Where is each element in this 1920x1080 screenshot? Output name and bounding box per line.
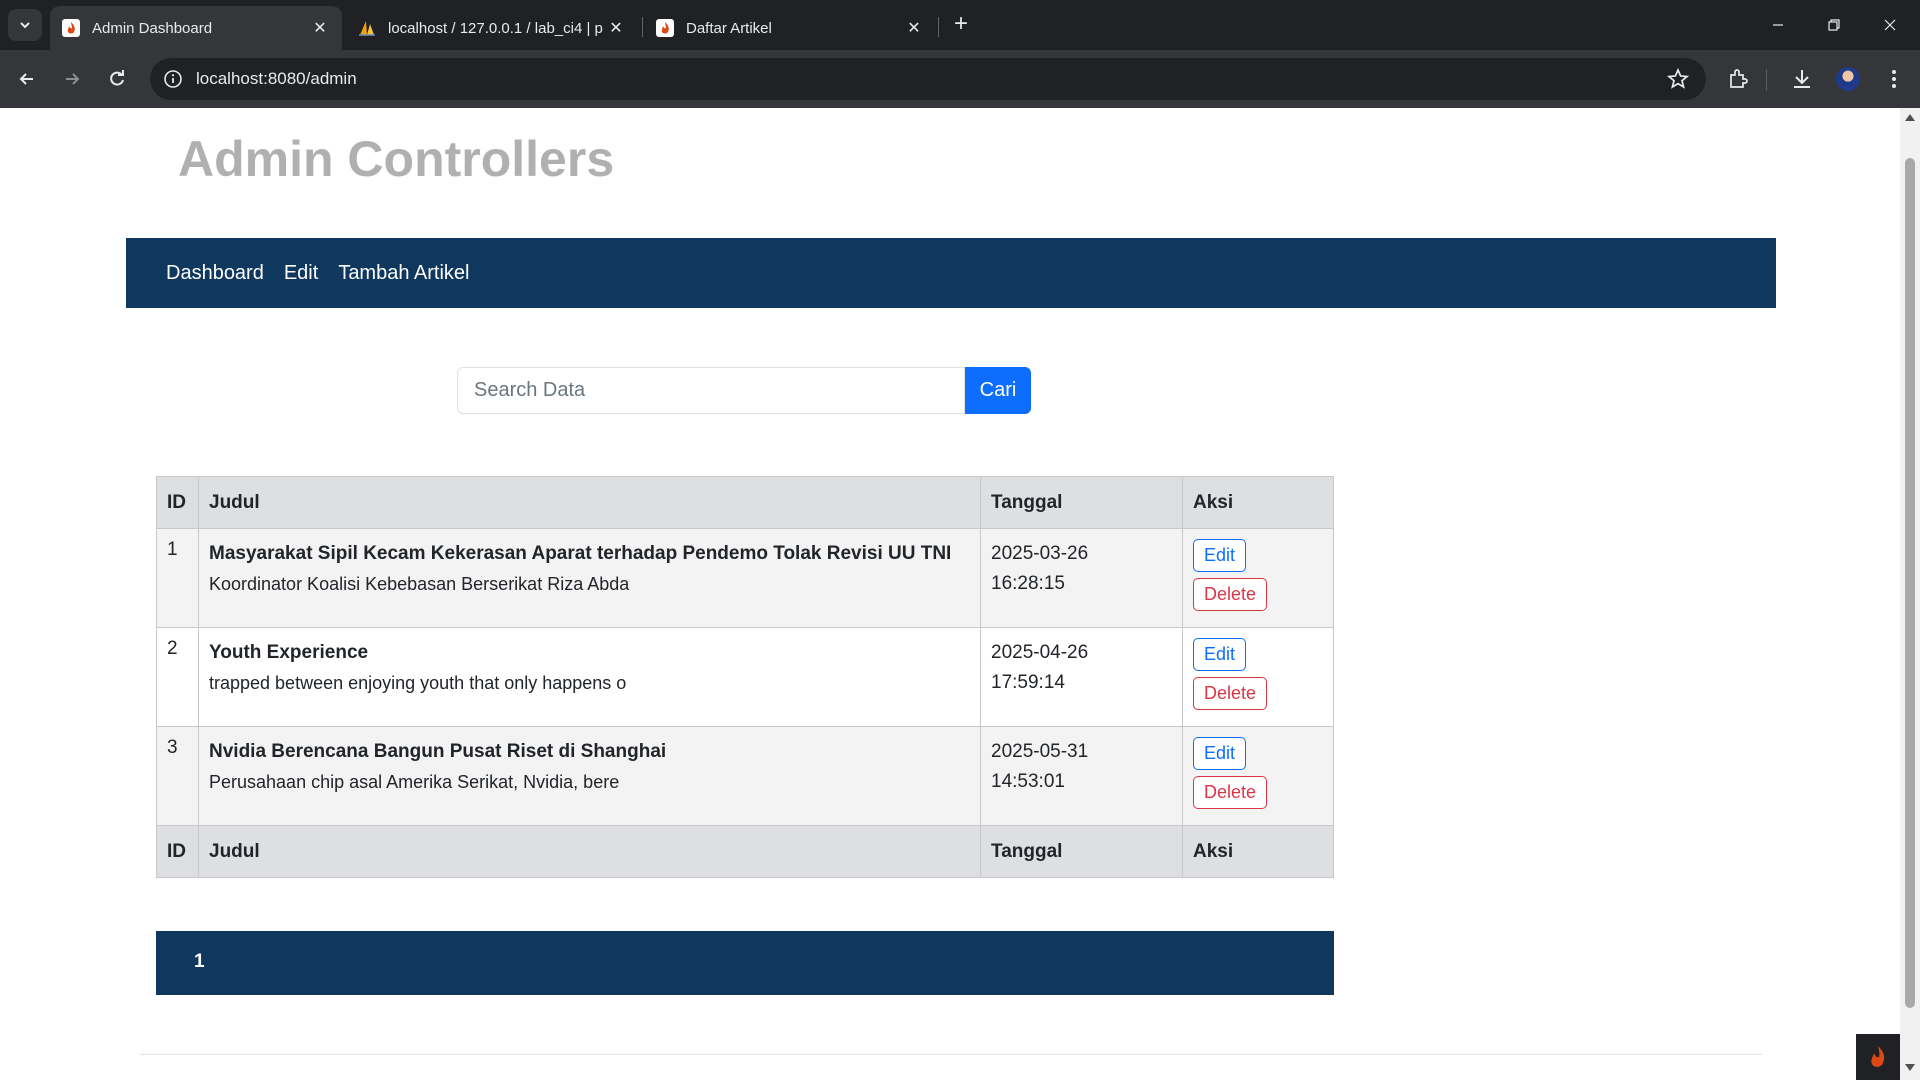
article-time: 14:53:01 <box>991 771 1065 792</box>
cell-judul: Youth Experience trapped between enjoyin… <box>198 627 981 727</box>
table-row: 2 Youth Experience trapped between enjoy… <box>156 627 1334 727</box>
site-info-icon[interactable] <box>162 68 184 90</box>
close-tab-icon[interactable]: ✕ <box>904 18 924 38</box>
article-date: 2025-03-26 <box>991 543 1089 564</box>
article-date: 2025-05-31 <box>991 741 1089 762</box>
tab-search-button[interactable] <box>8 9 42 41</box>
close-tab-icon[interactable]: ✕ <box>310 18 330 38</box>
profile-avatar[interactable] <box>1836 67 1860 91</box>
nav-dashboard[interactable]: Dashboard <box>166 262 264 285</box>
cell-tanggal: 2025-05-31 14:53:01 <box>980 726 1183 826</box>
cell-id: 1 <box>156 528 199 628</box>
close-tab-icon[interactable]: ✕ <box>606 18 626 38</box>
page-link-current[interactable]: 1 <box>194 951 205 973</box>
scroll-down-arrow-icon[interactable] <box>1905 1064 1915 1071</box>
reload-icon <box>110 70 124 86</box>
tab-daftar-artikel[interactable]: Daftar Artikel ✕ <box>644 6 936 50</box>
cell-judul: Nvidia Berencana Bangun Pusat Riset di S… <box>198 726 981 826</box>
article-time: 16:28:15 <box>991 573 1065 594</box>
download-icon[interactable] <box>1788 65 1816 93</box>
codeigniter-flame-icon <box>62 19 80 37</box>
cell-aksi: Edit Delete <box>1182 726 1334 826</box>
cell-tanggal: 2025-03-26 16:28:15 <box>980 528 1183 628</box>
extensions-icon[interactable] <box>1724 65 1752 93</box>
browser-toolbar: localhost:8080/admin <box>0 50 1920 108</box>
restore-icon[interactable] <box>1806 0 1862 50</box>
article-excerpt: trapped between enjoying youth that only… <box>209 673 627 693</box>
article-title: Masyarakat Sipil Kecam Kekerasan Aparat … <box>209 543 952 564</box>
close-window-icon[interactable] <box>1862 0 1918 50</box>
bookmark-star-icon[interactable] <box>1666 67 1690 91</box>
arrow-left-icon <box>19 73 33 85</box>
tab-title: Daftar Artikel <box>686 19 772 37</box>
browser-tab-strip: Admin Dashboard ✕ localhost / 127.0.0.1 … <box>0 0 1920 50</box>
arrow-right-icon <box>66 73 80 85</box>
tab-separator <box>642 17 643 37</box>
phpmyadmin-sail-icon <box>359 21 375 36</box>
back-button[interactable] <box>10 62 44 96</box>
table-row: 1 Masyarakat Sipil Kecam Kekerasan Apara… <box>156 528 1334 628</box>
page-title: Admin Controllers <box>178 131 615 187</box>
footer-header-aksi: Aksi <box>1182 825 1334 878</box>
tab-title: Admin Dashboard <box>92 19 213 37</box>
edit-button[interactable]: Edit <box>1193 737 1247 770</box>
article-time: 17:59:14 <box>991 672 1065 693</box>
search-button[interactable]: Cari <box>965 367 1031 414</box>
nav-edit[interactable]: Edit <box>284 262 318 285</box>
delete-button[interactable]: Delete <box>1193 677 1268 710</box>
cell-tanggal: 2025-04-26 17:59:14 <box>980 627 1183 727</box>
column-header-id: ID <box>156 476 199 529</box>
new-tab-icon[interactable]: + <box>948 12 974 38</box>
tab-separator <box>938 17 939 37</box>
page-viewport: Admin Controllers Dashboard Edit Tambah … <box>0 108 1900 1080</box>
pagination: 1 <box>156 931 1334 995</box>
forward-button[interactable] <box>55 62 89 96</box>
table-footer-row: ID Judul Tanggal Aksi <box>156 825 1334 878</box>
reload-button[interactable] <box>100 62 134 96</box>
scrollbar-thumb[interactable] <box>1905 158 1915 1008</box>
table-row: 3 Nvidia Berencana Bangun Pusat Riset di… <box>156 726 1334 826</box>
article-title: Nvidia Berencana Bangun Pusat Riset di S… <box>209 741 667 762</box>
delete-button[interactable]: Delete <box>1193 578 1268 611</box>
codeigniter-flame-icon <box>656 19 674 37</box>
nav-tambah-artikel[interactable]: Tambah Artikel <box>338 262 469 285</box>
tab-phpmyadmin[interactable]: localhost / 127.0.0.1 / lab_ci4 | p ✕ <box>346 6 638 50</box>
tab-title: localhost / 127.0.0.1 / lab_ci4 | p <box>388 19 603 37</box>
edit-button[interactable]: Edit <box>1193 638 1247 671</box>
debug-toolbar-toggle[interactable] <box>1856 1034 1900 1080</box>
cell-aksi: Edit Delete <box>1182 528 1334 628</box>
main-nav: Dashboard Edit Tambah Artikel <box>126 238 1776 308</box>
toolbar-separator <box>1766 70 1767 90</box>
page-scrollbar[interactable] <box>1900 108 1920 1080</box>
delete-button[interactable]: Delete <box>1193 776 1268 809</box>
column-header-tanggal: Tanggal <box>980 476 1183 529</box>
tab-admin-dashboard[interactable]: Admin Dashboard ✕ <box>50 6 342 50</box>
column-header-aksi: Aksi <box>1182 476 1334 529</box>
cell-id: 2 <box>156 627 199 727</box>
articles-table: ID Judul Tanggal Aksi 1 Masyarakat Sipil… <box>156 476 1334 878</box>
cell-id: 3 <box>156 726 199 826</box>
article-excerpt: Koordinator Koalisi Kebebasan Berserikat… <box>209 574 630 594</box>
address-bar[interactable]: localhost:8080/admin <box>150 58 1706 100</box>
footer-divider <box>140 1054 1762 1055</box>
search-input[interactable] <box>457 367 965 414</box>
column-header-judul: Judul <box>198 476 981 529</box>
footer-header-judul: Judul <box>198 825 981 878</box>
menu-kebab-icon[interactable] <box>1880 65 1908 93</box>
url-text[interactable]: localhost:8080/admin <box>196 69 357 89</box>
article-title: Youth Experience <box>209 642 369 663</box>
codeigniter-flame-icon <box>1871 1046 1885 1067</box>
footer-header-id: ID <box>156 825 199 878</box>
article-date: 2025-04-26 <box>991 642 1089 663</box>
edit-button[interactable]: Edit <box>1193 539 1247 572</box>
table-header-row: ID Judul Tanggal Aksi <box>156 476 1334 529</box>
scroll-up-arrow-icon[interactable] <box>1905 114 1915 121</box>
cell-aksi: Edit Delete <box>1182 627 1334 727</box>
chevron-down-icon <box>20 22 30 29</box>
article-excerpt: Perusahaan chip asal Amerika Serikat, Nv… <box>209 772 620 792</box>
minimize-icon[interactable] <box>1750 0 1806 50</box>
footer-header-tanggal: Tanggal <box>980 825 1183 878</box>
cell-judul: Masyarakat Sipil Kecam Kekerasan Aparat … <box>198 528 981 628</box>
